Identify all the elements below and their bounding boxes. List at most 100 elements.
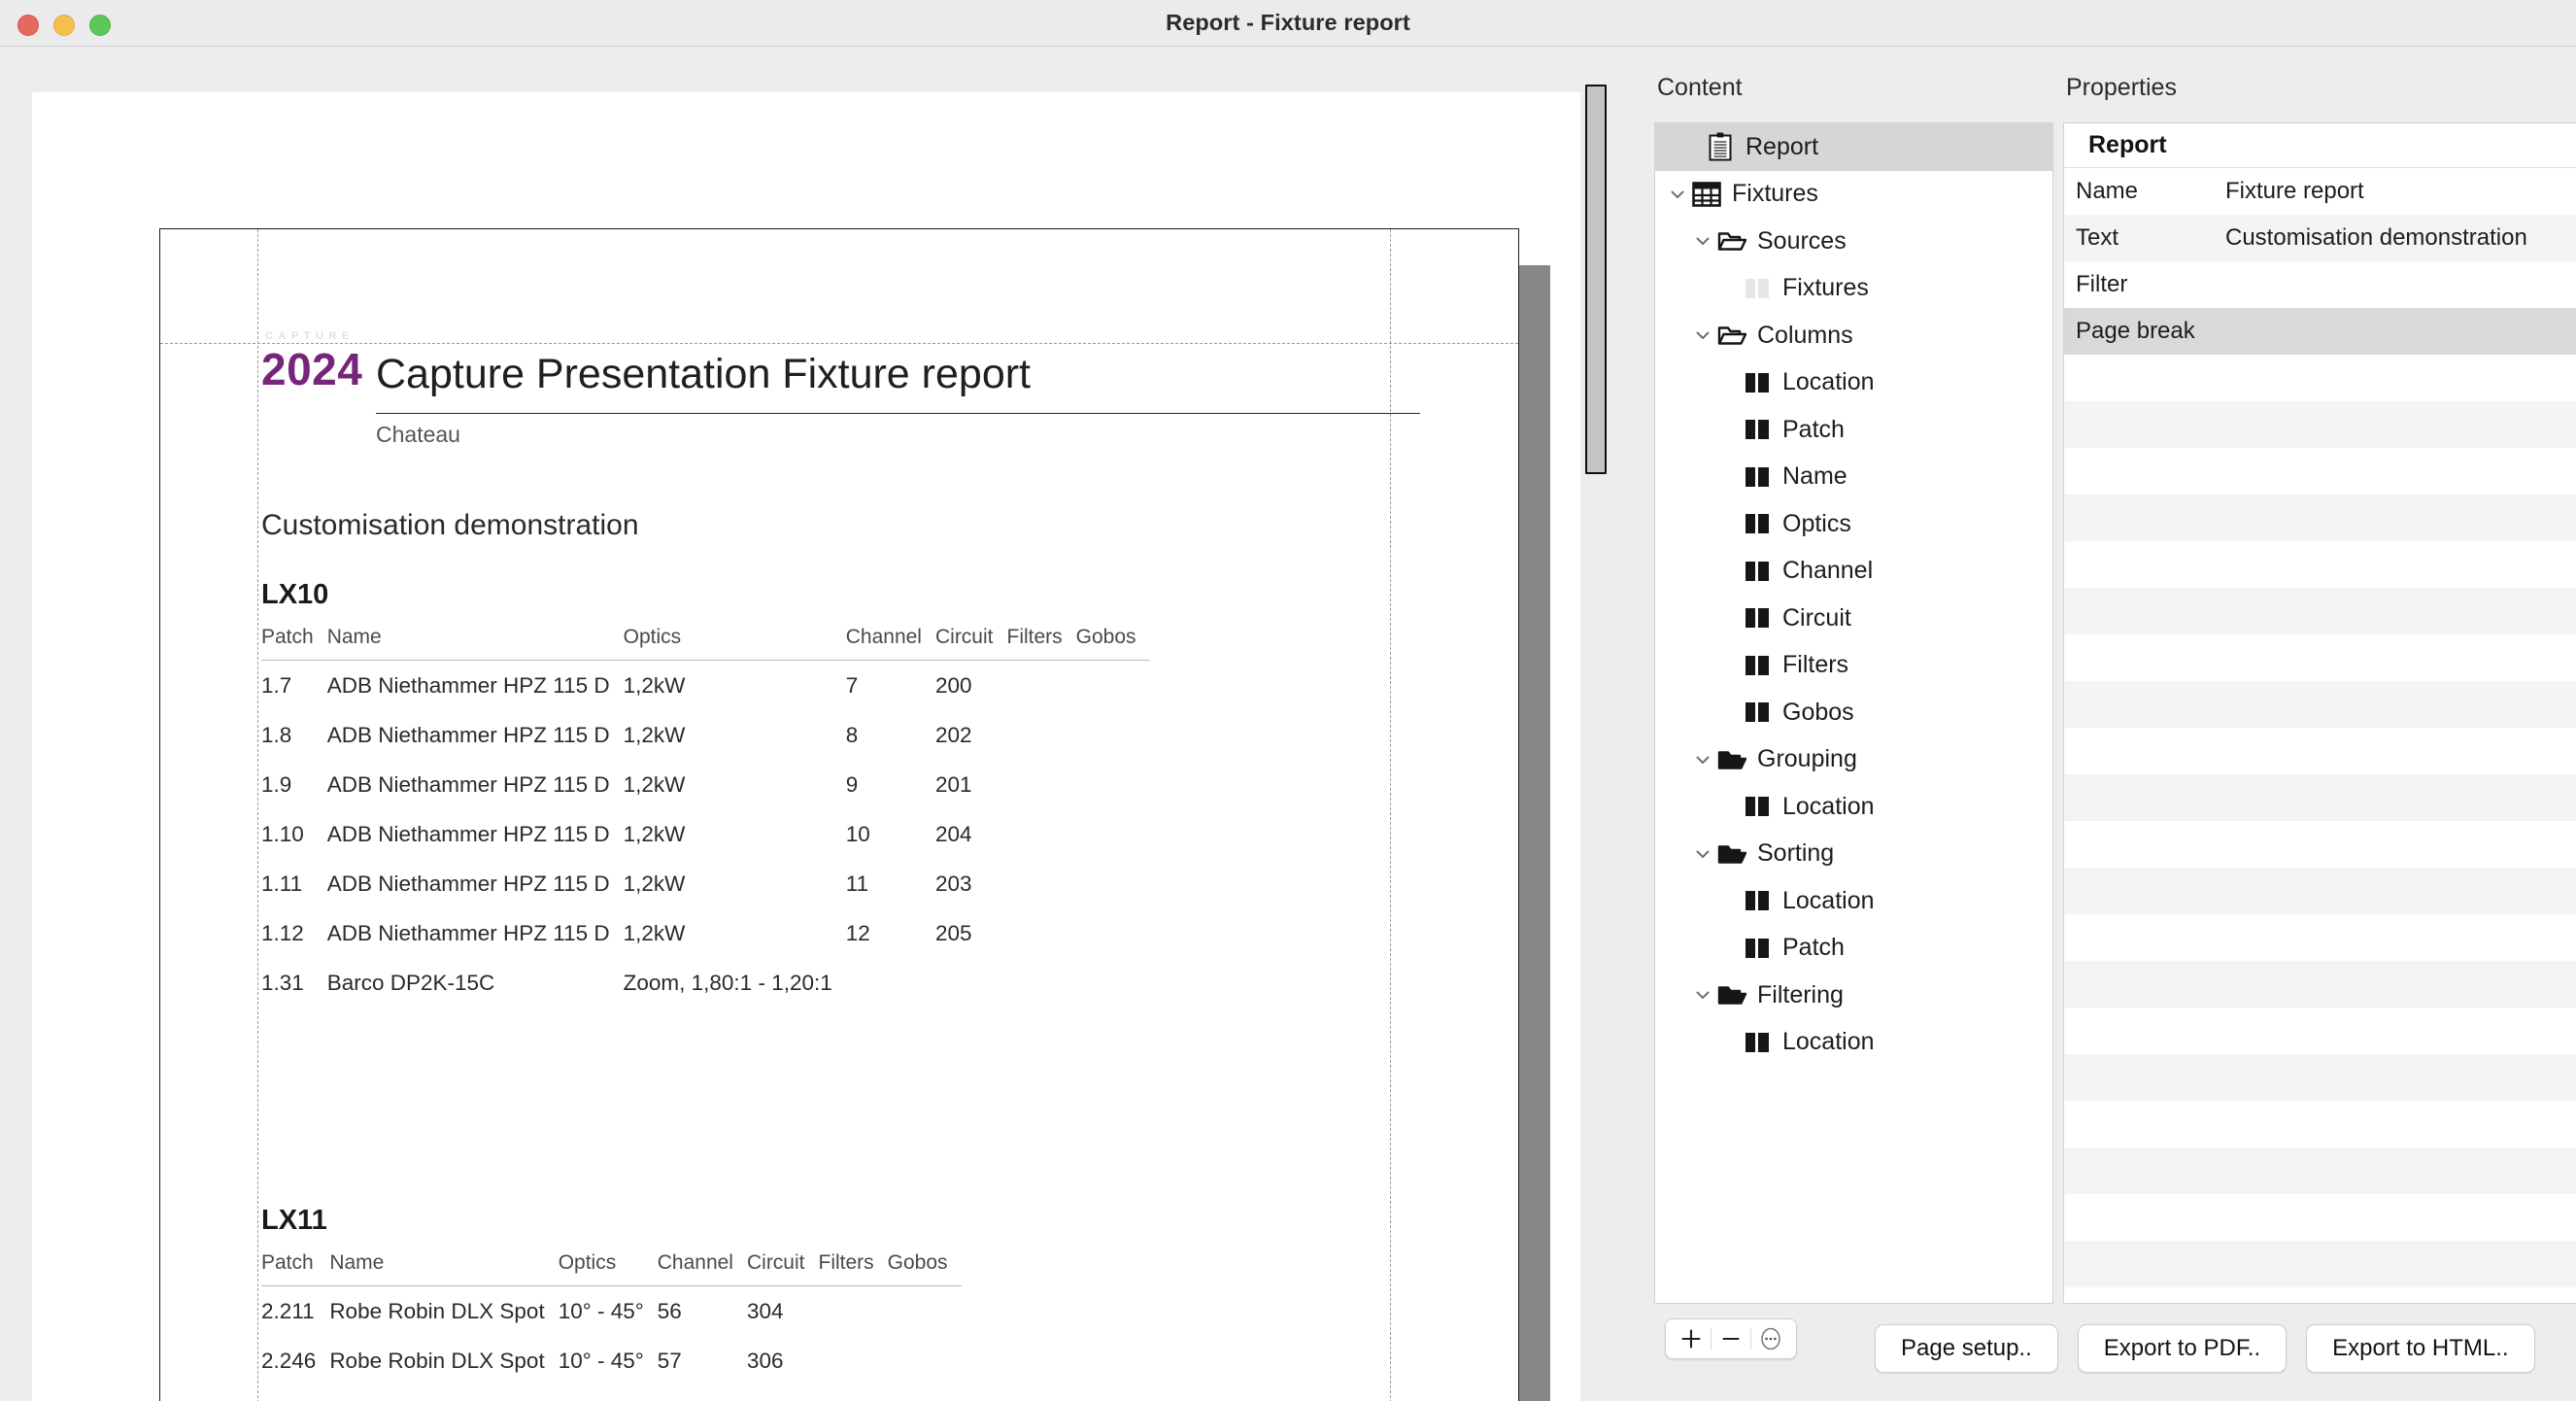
content-panel: Content Report Fixtures Sources Fixtures…: [1654, 74, 2053, 1401]
table-row[interactable]: 1.10ADB Niethammer HPZ 115 D1,2kW10204: [261, 809, 1150, 859]
table-cell: 12: [846, 908, 935, 958]
table-row[interactable]: 1.31Barco DP2K-15CZoom, 1,80:1 - 1,20:1: [261, 958, 1150, 1008]
tree-item-location[interactable]: Location: [1655, 359, 2052, 407]
more-options-button[interactable]: [1751, 1319, 1790, 1358]
tree-item-label: Columns: [1757, 324, 1853, 348]
document-preview-area[interactable]: CAPTURE 2024 Capture Presentation Fixtur…: [0, 47, 1611, 1401]
table-cell: ADB Niethammer HPZ 115 D: [327, 661, 624, 711]
document-scrollbar-thumb[interactable]: [1585, 85, 1607, 474]
table-row[interactable]: 1.12ADB Niethammer HPZ 115 D1,2kW12205: [261, 908, 1150, 958]
tree-item-filtering[interactable]: Filtering: [1655, 972, 2052, 1019]
tree-item-sources[interactable]: Sources: [1655, 218, 2052, 265]
property-row[interactable]: [2064, 401, 2576, 448]
table-cell: [819, 1336, 888, 1385]
tree-item-location[interactable]: Location: [1655, 1019, 2052, 1067]
property-row[interactable]: [2064, 1101, 2576, 1147]
property-row[interactable]: [2064, 1147, 2576, 1194]
property-row[interactable]: [2064, 634, 2576, 681]
table-cell: [888, 1385, 962, 1401]
folder-open-icon: [1715, 229, 1748, 253]
table-cell: [1076, 859, 1150, 908]
tree-item-filters[interactable]: Filters: [1655, 642, 2052, 690]
tree-item-fixtures[interactable]: Fixtures: [1655, 265, 2052, 313]
page-content: CAPTURE 2024 Capture Presentation Fixtur…: [160, 229, 1518, 1401]
title-divider: [376, 413, 1420, 414]
table-cell: 201: [935, 760, 1007, 809]
tree-item-circuit[interactable]: Circuit: [1655, 595, 2052, 642]
tree-item-label: Patch: [1782, 936, 1845, 960]
property-row[interactable]: [2064, 914, 2576, 961]
property-row[interactable]: [2064, 1241, 2576, 1287]
remove-item-button[interactable]: [1712, 1319, 1750, 1358]
property-row[interactable]: Page break: [2064, 308, 2576, 355]
table-cell: 56: [658, 1286, 747, 1337]
table-cell: ADB Niethammer HPZ 115 D: [327, 710, 624, 760]
property-row[interactable]: Filter: [2064, 261, 2576, 308]
table-cell: ADB Niethammer HPZ 115 D: [327, 809, 624, 859]
property-row[interactable]: [2064, 541, 2576, 588]
tree-item-sorting[interactable]: Sorting: [1655, 831, 2052, 878]
table-cell: 1,2kW: [624, 859, 846, 908]
export-html-button[interactable]: Export to HTML..: [2306, 1324, 2534, 1373]
tree-item-gobos[interactable]: Gobos: [1655, 689, 2052, 736]
tree-item-grouping[interactable]: Grouping: [1655, 736, 2052, 784]
property-value[interactable]: Customisation demonstration: [2225, 224, 2576, 252]
page-setup-button[interactable]: Page setup..: [1875, 1324, 2058, 1373]
property-row[interactable]: NameFixture report: [2064, 168, 2576, 215]
table-row[interactable]: 1.11ADB Niethammer HPZ 115 D1,2kW11203: [261, 859, 1150, 908]
chevron-down-icon[interactable]: [1690, 232, 1715, 250]
property-row[interactable]: [2064, 774, 2576, 821]
export-pdf-button[interactable]: Export to PDF..: [2078, 1324, 2287, 1373]
property-row[interactable]: [2064, 495, 2576, 541]
table-cell: [1076, 958, 1150, 1008]
tree-item-patch[interactable]: Patch: [1655, 925, 2052, 973]
property-row[interactable]: [2064, 588, 2576, 634]
tree-item-channel[interactable]: Channel: [1655, 548, 2052, 596]
property-row[interactable]: [2064, 821, 2576, 868]
report-intro-text: Customisation demonstration: [261, 509, 639, 542]
tree-item-location[interactable]: Location: [1655, 783, 2052, 831]
property-row[interactable]: [2064, 868, 2576, 914]
tree-item-columns[interactable]: Columns: [1655, 312, 2052, 359]
table-row[interactable]: 1.9ADB Niethammer HPZ 115 D1,2kW9201: [261, 760, 1150, 809]
table-cell: [1076, 661, 1150, 711]
tree-item-name[interactable]: Name: [1655, 454, 2052, 501]
tree-item-location[interactable]: Location: [1655, 877, 2052, 925]
tree-item-label: Sources: [1757, 229, 1847, 254]
property-row[interactable]: [2064, 355, 2576, 401]
properties-table[interactable]: ReportNameFixture reportTextCustomisatio…: [2063, 122, 2576, 1304]
title-bar: Report - Fixture report: [0, 0, 2576, 47]
chevron-down-icon[interactable]: [1690, 751, 1715, 769]
table-row[interactable]: 1.8ADB Niethammer HPZ 115 D1,2kW8202: [261, 710, 1150, 760]
property-row[interactable]: [2064, 961, 2576, 1008]
content-tree[interactable]: Report Fixtures Sources Fixtures Columns…: [1654, 122, 2053, 1304]
property-row[interactable]: [2064, 448, 2576, 495]
property-row[interactable]: [2064, 681, 2576, 728]
chevron-down-icon[interactable]: [1665, 186, 1690, 203]
property-row[interactable]: [2064, 728, 2576, 774]
tree-item-report[interactable]: Report: [1655, 123, 2052, 171]
property-value[interactable]: Fixture report: [2225, 178, 2576, 205]
table-cell: 1,2kW: [624, 809, 846, 859]
property-row[interactable]: [2064, 1194, 2576, 1241]
faint-icon: [1741, 278, 1774, 299]
chevron-down-icon[interactable]: [1690, 845, 1715, 863]
folder-solid-icon: [1715, 842, 1748, 866]
add-item-button[interactable]: [1672, 1319, 1711, 1358]
property-row[interactable]: TextCustomisation demonstration: [2064, 215, 2576, 261]
property-row[interactable]: [2064, 1008, 2576, 1054]
tree-item-fixtures[interactable]: Fixtures: [1655, 171, 2052, 219]
table-grid-icon: [1690, 182, 1723, 207]
table-row[interactable]: 1.7ADB Niethammer HPZ 115 D1,2kW7200: [261, 661, 1150, 711]
section-heading: LX10: [261, 579, 328, 611]
table-cell: 1.7: [261, 661, 327, 711]
property-row[interactable]: [2064, 1054, 2576, 1101]
tree-item-patch[interactable]: Patch: [1655, 406, 2052, 454]
chevron-down-icon[interactable]: [1690, 986, 1715, 1004]
table-row[interactable]: 2.211Robe Robin DLX Spot10° - 45°56304: [261, 1286, 962, 1337]
table-row[interactable]: 2.246Robe Robin DLX Spot10° - 45°57306: [261, 1336, 962, 1385]
tree-item-optics[interactable]: Optics: [1655, 500, 2052, 548]
table-cell: 304: [747, 1286, 819, 1337]
table-row[interactable]: 2.281Robe Robin DLX Spot10° - 45°58308: [261, 1385, 962, 1401]
chevron-down-icon[interactable]: [1690, 326, 1715, 344]
